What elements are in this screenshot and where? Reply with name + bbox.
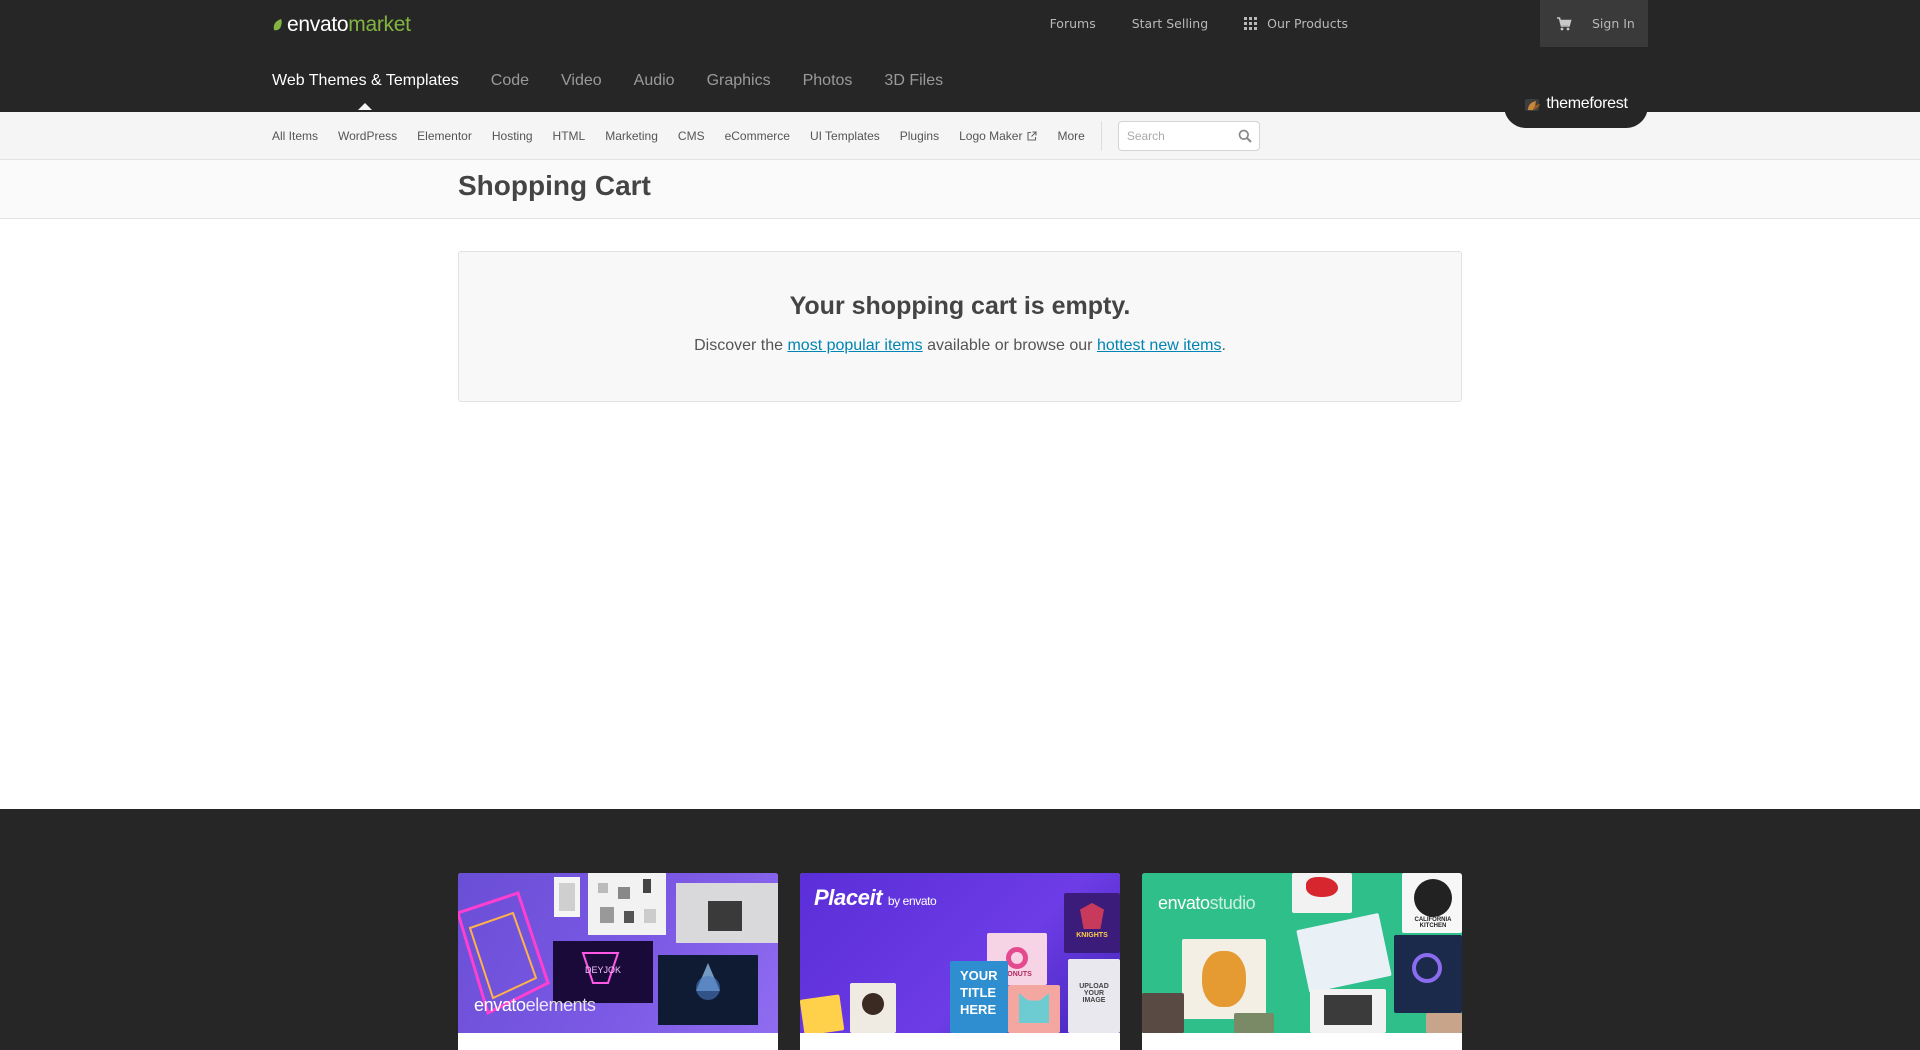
cat-illustration-icon: [1019, 993, 1049, 1023]
dashboard-ring-shape: [1412, 953, 1442, 983]
apps-grid-icon: [1244, 17, 1258, 30]
envato-market-logo[interactable]: envato market: [272, 13, 411, 36]
hottest-new-items-link[interactable]: hottest new items: [1097, 337, 1222, 354]
placeit-brand-by: by envato: [887, 894, 937, 908]
subnav-ui-templates[interactable]: UI Templates: [810, 129, 880, 143]
photo-tile-small: [1234, 1013, 1274, 1033]
logo-maker-label: Logo Maker: [959, 129, 1023, 143]
photo-tile-corner: [1426, 1013, 1462, 1033]
message-text-after: .: [1221, 337, 1226, 354]
tshirt-tile-text: UPLOAD YOUR IMAGE: [1079, 983, 1109, 1004]
category-audio[interactable]: Audio: [634, 72, 675, 90]
studio-brand: envatostudio: [1158, 893, 1256, 914]
sign-in-link[interactable]: Sign In: [1592, 16, 1635, 31]
subnav-more[interactable]: More: [1057, 129, 1084, 143]
category-nav: Web Themes & Templates Code Video Audio …: [272, 72, 975, 110]
search-icon[interactable]: [1238, 129, 1252, 143]
ui-dashboard-tile: [1394, 935, 1462, 1013]
message-text-before: Discover the: [694, 337, 788, 354]
category-3d-files[interactable]: 3D Files: [884, 72, 943, 90]
empty-cart-box: Your shopping cart is empty. Discover th…: [458, 251, 1462, 402]
top-nav: Forums Start Selling Our Products: [1014, 0, 1348, 47]
mascot-tile: [1182, 939, 1266, 1019]
category-video[interactable]: Video: [561, 72, 602, 90]
photo-tile: [1142, 993, 1184, 1033]
studio-brand-studio: studio: [1209, 893, 1256, 913]
category-web-themes[interactable]: Web Themes & Templates: [272, 72, 459, 110]
message-text-middle: available or browse our: [922, 337, 1097, 354]
our-products-link[interactable]: Our Products: [1244, 16, 1348, 31]
themeforest-logo-icon: [1525, 99, 1541, 111]
logo-word-market: market: [348, 13, 411, 36]
red-splash-tile: [1292, 873, 1352, 913]
search-input[interactable]: [1118, 122, 1229, 150]
poster-text: YOUR TITLE HERE: [960, 968, 998, 1017]
subnav-marketing[interactable]: Marketing: [605, 129, 658, 143]
title-band: Shopping Cart: [0, 160, 1920, 219]
web-mockup-tile: [1296, 912, 1392, 994]
category-code[interactable]: Code: [491, 72, 529, 90]
california-kitchen-text: CALIFORNIA KITCHEN: [1414, 917, 1452, 929]
envato-studio-banner[interactable]: envatostudio CALIFORNIA KITCHEN: [1142, 873, 1462, 1033]
cart-signin-area[interactable]: Sign In: [1540, 0, 1648, 47]
themeforest-label: themeforest: [1546, 95, 1628, 112]
subnav-cms[interactable]: CMS: [678, 129, 705, 143]
start-selling-link[interactable]: Start Selling: [1132, 16, 1208, 31]
knights-tile-text: KNIGHTS: [1076, 932, 1108, 939]
imac-tile: [1310, 989, 1386, 1033]
subnav-all-items[interactable]: All Items: [272, 129, 318, 143]
empty-cart-heading: Your shopping cart is empty.: [789, 292, 1131, 320]
elements-brand-envato: envato: [474, 995, 526, 1015]
external-link-icon: [1027, 131, 1038, 141]
promo-card-envato-studio[interactable]: envatostudio CALIFORNIA KITCHEN: [1142, 873, 1462, 1050]
search-box[interactable]: [1117, 121, 1260, 151]
tshirt-tile: UPLOAD YOUR IMAGE: [1068, 959, 1120, 1033]
red-splash-shape: [1306, 877, 1338, 897]
knight-shield-icon: [1080, 903, 1104, 929]
imac-screen-shape: [1324, 995, 1372, 1025]
leaf-icon: [273, 19, 282, 31]
category-photos[interactable]: Photos: [803, 72, 853, 90]
poster-tile: YOUR TITLE HERE: [950, 961, 1008, 1033]
logo-word-envato: envato: [287, 13, 349, 36]
studio-brand-envato: envato: [1158, 893, 1210, 913]
california-kitchen-tile: CALIFORNIA KITCHEN: [1402, 873, 1462, 933]
placeit-banner[interactable]: Placeit by envato DONUTS KNIGHTS YOUR TI…: [800, 873, 1120, 1033]
kitchen-badge-circle: [1414, 879, 1452, 917]
elements-brand: envatoelements: [474, 995, 596, 1016]
page-title: Shopping Cart: [458, 170, 651, 201]
envato-elements-banner[interactable]: DEYJOK envatoelements: [458, 873, 778, 1033]
cart-icon[interactable]: [1556, 16, 1572, 32]
subnav-logo-maker[interactable]: Logo Maker: [959, 129, 1038, 143]
knights-tile: KNIGHTS: [1064, 893, 1120, 953]
themeforest-badge[interactable]: themeforest: [1504, 80, 1648, 128]
subnav-elementor[interactable]: Elementor: [417, 129, 472, 143]
promo-card-placeit[interactable]: Placeit by envato DONUTS KNIGHTS YOUR TI…: [800, 873, 1120, 1050]
forums-link[interactable]: Forums: [1050, 16, 1096, 31]
subnav-wordpress[interactable]: WordPress: [338, 129, 397, 143]
donut-icon: [1006, 947, 1028, 969]
svg-text:DEYJOK: DEYJOK: [585, 965, 621, 975]
cat-art-tile: [1008, 985, 1060, 1033]
subnav-divider: [1100, 121, 1102, 151]
elements-brand-elements: elements: [525, 995, 596, 1015]
person-avatar-icon: [862, 993, 884, 1015]
subnav-ecommerce[interactable]: eCommerce: [725, 129, 790, 143]
subnav-hosting[interactable]: Hosting: [492, 129, 533, 143]
most-popular-items-link[interactable]: most popular items: [787, 337, 922, 354]
subnav-html[interactable]: HTML: [553, 129, 586, 143]
subnav-plugins[interactable]: Plugins: [900, 129, 939, 143]
category-graphics[interactable]: Graphics: [707, 72, 771, 90]
our-products-label: Our Products: [1267, 16, 1348, 31]
pizza-tile: [800, 994, 845, 1033]
hoodie-tile: [850, 983, 896, 1033]
empty-cart-message: Discover the most popular items availabl…: [459, 337, 1461, 355]
promo-card-envato-elements[interactable]: DEYJOK envatoelements: [458, 873, 778, 1050]
mascot-illustration: [1202, 951, 1246, 1007]
placeit-brand: Placeit by envato: [814, 885, 937, 911]
placeit-brand-name: Placeit: [814, 885, 883, 910]
